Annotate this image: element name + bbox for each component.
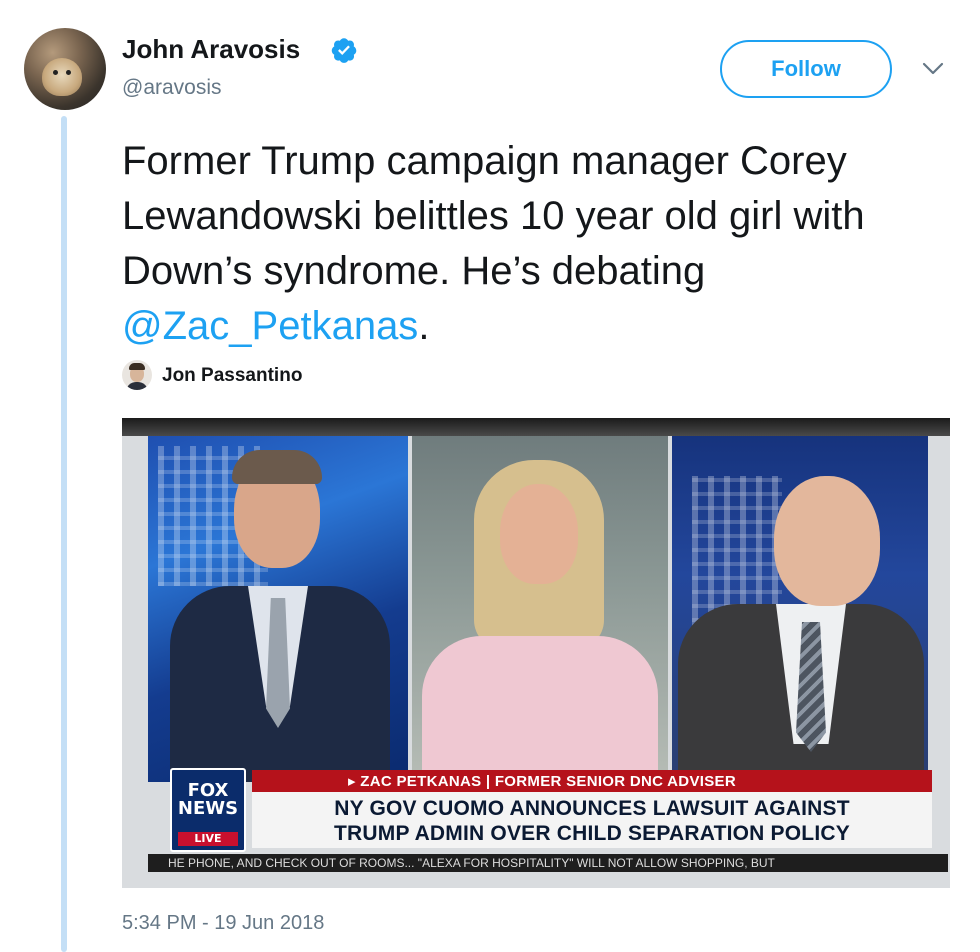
tweet-text: Former Trump campaign manager Corey Lewa…: [122, 134, 962, 354]
video-panel-left: [148, 436, 408, 782]
news-lower-third: FOX NEWS LIVE ▸ ZAC PETKANAS | FORMER SE…: [148, 764, 948, 888]
mention-link[interactable]: @Zac_Petkanas: [122, 304, 418, 348]
fox-news-logo: FOX NEWS LIVE: [170, 768, 246, 852]
headline-banner: NY GOV CUOMO ANNOUNCES LAWSUIT AGAINST T…: [252, 792, 932, 848]
tweet-body-end: .: [418, 304, 430, 348]
video-panel-right: [672, 436, 928, 782]
tagged-user-name[interactable]: Jon Passantino: [162, 365, 302, 387]
person-right: [672, 436, 928, 782]
author-name[interactable]: John Aravosis: [122, 34, 300, 65]
thread-line: [61, 116, 67, 952]
tagged-user-avatar[interactable]: [122, 360, 152, 390]
follow-button[interactable]: Follow: [720, 40, 892, 98]
guest-banner: ▸ ZAC PETKANAS | FORMER SENIOR DNC ADVIS…: [252, 770, 932, 792]
headline-line-2: TRUMP ADMIN OVER CHILD SEPARATION POLICY: [334, 822, 850, 845]
video-panel-middle: [412, 436, 668, 782]
video-media[interactable]: FOX NEWS LIVE ▸ ZAC PETKANAS | FORMER SE…: [122, 418, 950, 888]
headline-line-1: NY GOV CUOMO ANNOUNCES LAWSUIT AGAINST: [334, 797, 850, 820]
news-ticker: HE PHONE, AND CHECK OUT OF ROOMS... "ALE…: [148, 854, 948, 872]
tweet-body: Former Trump campaign manager Corey Lewa…: [122, 139, 865, 293]
dog-photo: [42, 58, 82, 96]
video-topbar: [122, 418, 950, 436]
author-handle[interactable]: @aravosis: [122, 76, 222, 100]
tweet-timestamp[interactable]: 5:34 PM - 19 Jun 2018: [122, 912, 324, 935]
verified-badge-icon: [331, 38, 357, 63]
author-avatar[interactable]: [24, 28, 106, 110]
person-left: [148, 436, 408, 782]
chevron-down-icon[interactable]: [920, 58, 946, 80]
person-middle: [412, 436, 668, 782]
live-badge: LIVE: [178, 832, 238, 846]
